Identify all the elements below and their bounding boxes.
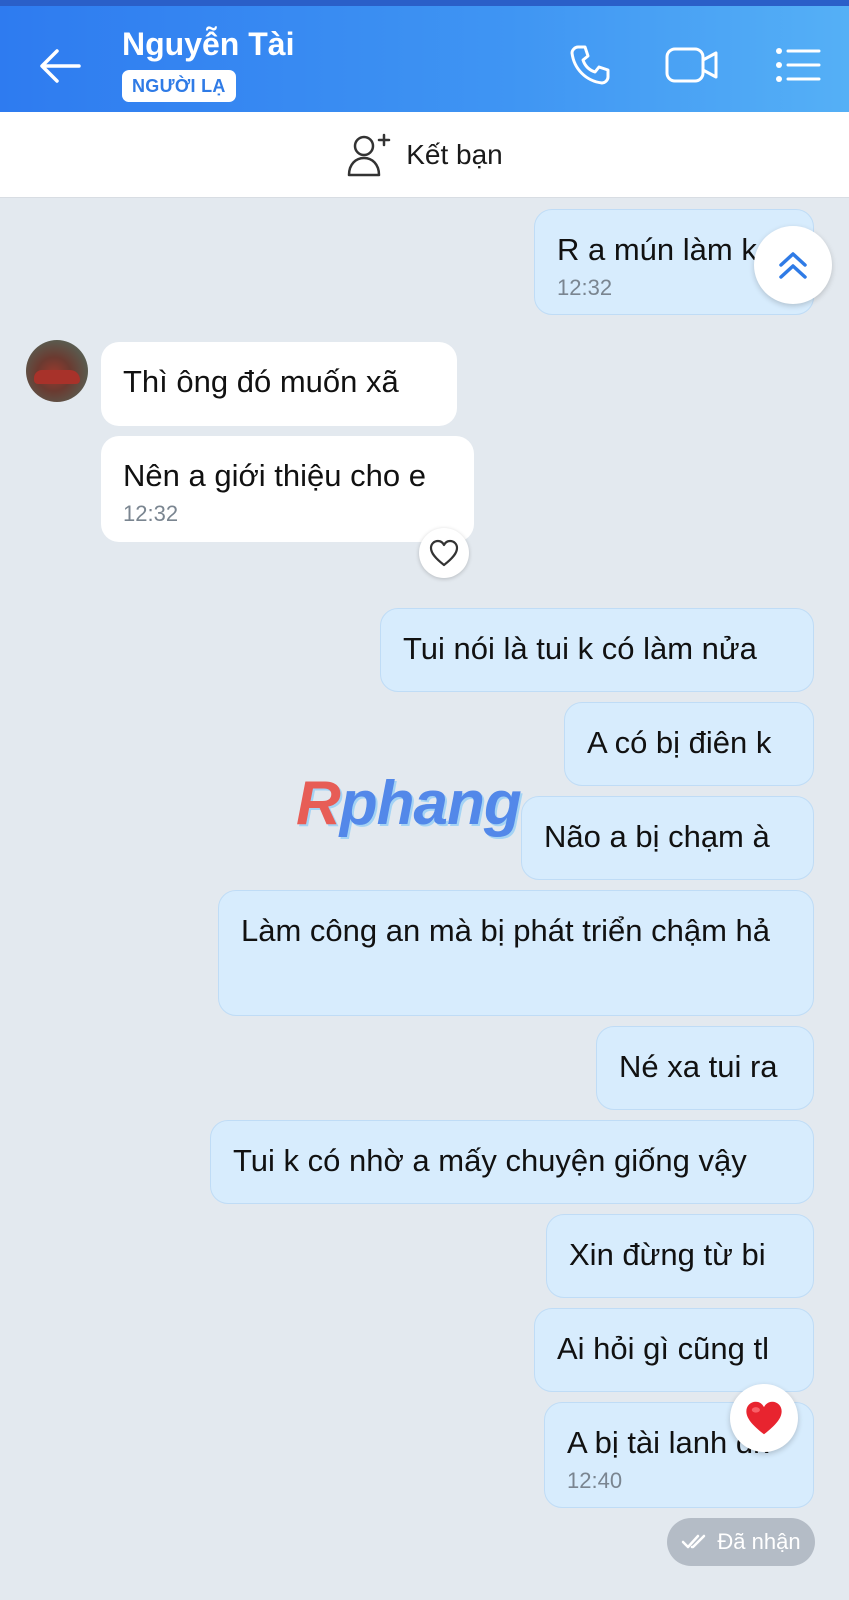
message-bubble-outgoing[interactable]: Tui k có nhờ a mấy chuyện giống vậy — [210, 1120, 814, 1204]
message-text: Tui nói là tui k có làm nửa — [403, 631, 757, 666]
scroll-up-button[interactable] — [754, 226, 832, 304]
contact-avatar[interactable] — [26, 340, 88, 402]
back-arrow-icon — [40, 49, 81, 83]
message-bubble-outgoing[interactable]: Làm công an mà bị phát triển chậm hả — [218, 890, 814, 1016]
message-bubble-outgoing[interactable]: Ai hỏi gì cũng tl — [534, 1308, 814, 1392]
delivery-status: Đã nhận — [667, 1518, 815, 1566]
react-button[interactable] — [419, 528, 469, 578]
watermark-logo: Rphang — [296, 769, 522, 838]
video-icon — [665, 47, 718, 83]
message-bubble-incoming[interactable]: Thì ông đó muốn xã — [101, 342, 457, 426]
message-text: Xin đừng từ bi — [569, 1237, 766, 1272]
message-text: Não a bị chạm à — [544, 819, 770, 854]
video-call-button[interactable] — [664, 40, 720, 90]
menu-icon — [776, 48, 821, 82]
add-friend-button[interactable]: Kết bạn — [0, 112, 849, 198]
message-bubble-outgoing[interactable]: Né xa tui ra — [596, 1026, 814, 1110]
phone-icon — [570, 45, 610, 85]
message-text: Ai hỏi gì cũng tl — [557, 1331, 769, 1366]
back-button[interactable] — [30, 36, 90, 96]
message-bubble-outgoing[interactable]: Não a bị chạm à — [521, 796, 814, 880]
add-friend-label: Kết bạn — [406, 138, 503, 170]
message-text: Thì ông đó muốn xã — [123, 364, 399, 399]
contact-name[interactable]: Nguyễn Tài — [122, 26, 294, 63]
voice-call-button[interactable] — [562, 40, 618, 90]
message-time: 12:40 — [567, 1468, 623, 1493]
message-bubble-incoming[interactable]: Nên a giới thiệu cho e 12:32 — [101, 436, 474, 542]
message-bubble-outgoing[interactable]: A có bị điên k — [564, 702, 814, 786]
message-text: Làm công an mà bị phát triển chậm hả — [241, 913, 771, 948]
message-bubble-outgoing[interactable]: Tui nói là tui k có làm nửa — [380, 608, 814, 692]
heart-reaction[interactable] — [730, 1384, 798, 1452]
add-friend-icon — [347, 133, 391, 176]
heart-icon — [746, 1401, 782, 1435]
scroll-up-icon — [779, 252, 807, 279]
menu-button[interactable] — [770, 40, 826, 90]
message-text: Nên a giới thiệu cho e — [123, 458, 426, 493]
message-text: Tui k có nhờ a mấy chuyện giống vậy — [233, 1143, 747, 1178]
message-text: A có bị điên k — [587, 725, 772, 760]
double-check-icon — [682, 1534, 706, 1549]
message-text: R a mún làm k — [557, 232, 757, 267]
message-bubble-outgoing[interactable]: Xin đừng từ bi — [546, 1214, 814, 1298]
message-text: Né xa tui ra — [619, 1049, 778, 1084]
delivery-status-label: Đã nhận — [717, 1529, 801, 1554]
heart-outline-icon — [429, 539, 459, 567]
chat-header: Nguyễn Tài NGƯỜI LẠ — [0, 0, 849, 112]
message-time: 12:32 — [123, 501, 179, 526]
stranger-badge: NGƯỜI LẠ — [122, 70, 236, 102]
